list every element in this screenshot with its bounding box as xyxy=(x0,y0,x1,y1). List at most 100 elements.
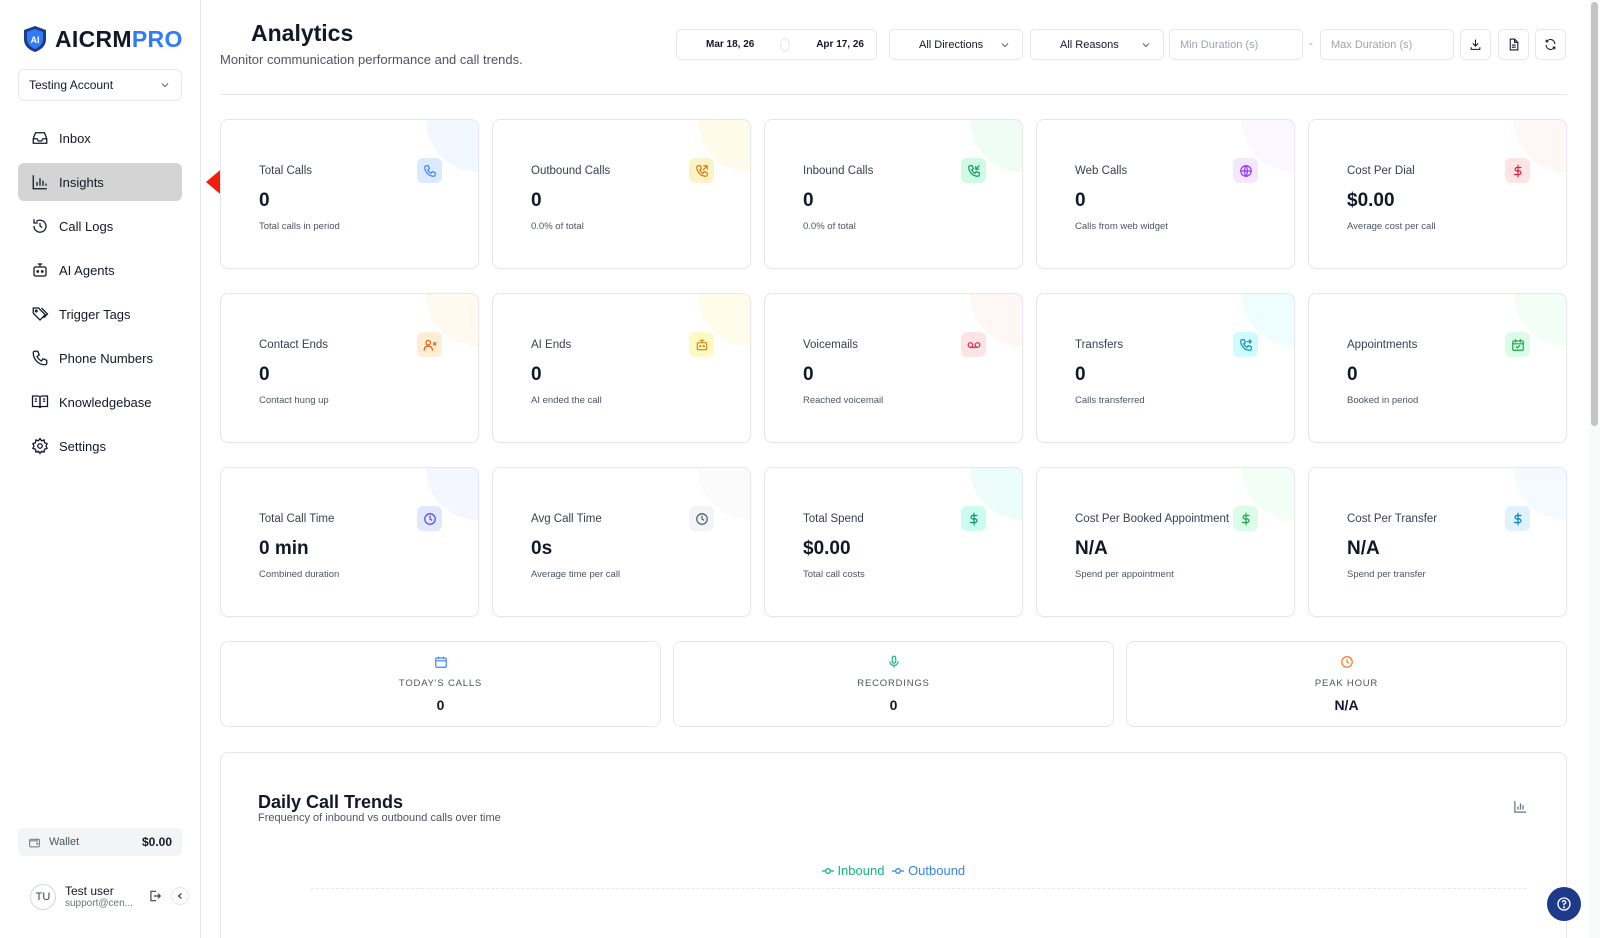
stat-icon-badge xyxy=(961,158,986,183)
stat-label: Voicemails xyxy=(803,339,858,351)
reason-filter[interactable]: All Reasons xyxy=(1030,29,1164,60)
dollar-icon xyxy=(1513,164,1521,177)
nav-item-knowledgebase[interactable]: Knowledgebase xyxy=(18,383,182,421)
nav-item-insights[interactable]: Insights xyxy=(18,163,182,201)
brand-logo[interactable]: AI AICRMPRO xyxy=(22,25,183,53)
nav-item-phone-numbers[interactable]: Phone Numbers xyxy=(18,339,182,377)
stat-description: Total calls in period xyxy=(259,221,340,232)
stat-label: Total Spend xyxy=(803,513,864,525)
stat-label: Transfers xyxy=(1075,339,1124,351)
min-duration-input[interactable]: Min Duration (s) xyxy=(1169,29,1303,60)
stat-icon-badge xyxy=(417,158,442,183)
stat-icon-badge xyxy=(1505,158,1530,183)
calendar-icon xyxy=(434,656,447,668)
stat-icon-badge xyxy=(417,506,442,531)
stat-label: Cost Per Dial xyxy=(1347,165,1415,177)
nav-item-label: Phone Numbers xyxy=(59,350,153,366)
nav-item-inbox[interactable]: Inbox xyxy=(18,119,182,157)
nav-item-call-logs[interactable]: Call Logs xyxy=(18,207,182,245)
shield-logo-icon: AI xyxy=(24,26,46,52)
mini-stat-label: RECORDINGS xyxy=(857,678,930,689)
stat-description: Average time per call xyxy=(531,569,621,580)
stat-icon-badge xyxy=(689,506,714,531)
wallet-icon xyxy=(29,838,40,847)
stat-description: 0.0% of total xyxy=(803,221,856,232)
legend-inbound-label: Inbound xyxy=(837,863,885,878)
stat-description: Average cost per call xyxy=(1347,221,1436,232)
stat-card-ai-ends: AI Ends 0 AI ended the call xyxy=(492,293,751,443)
dollar-icon xyxy=(1513,512,1521,525)
collapse-sidebar-button[interactable] xyxy=(171,887,189,905)
logout-icon[interactable] xyxy=(148,889,162,903)
clock-icon xyxy=(1340,656,1353,668)
stat-icon-badge xyxy=(689,158,714,183)
main-nav: Inbox Insights Call Logs AI Agents Trigg… xyxy=(18,119,182,471)
nav-item-settings[interactable]: Settings xyxy=(18,427,182,465)
page-scrollbar[interactable] xyxy=(1589,0,1600,938)
stat-value: N/A xyxy=(1075,538,1108,559)
stat-description: AI ended the call xyxy=(531,395,602,406)
stat-card-cost-per-transfer: Cost Per Transfer N/A Spend per transfer xyxy=(1308,467,1567,617)
bar-chart-icon[interactable] xyxy=(1513,799,1528,814)
clock-icon xyxy=(695,512,708,525)
legend-outbound[interactable]: Outbound xyxy=(892,863,965,878)
duration-range-separator: - xyxy=(1309,38,1313,50)
stat-label: AI Ends xyxy=(531,339,572,351)
direction-filter[interactable]: All Directions xyxy=(889,29,1023,60)
dollar-icon xyxy=(969,512,977,525)
stat-description: Calls transferred xyxy=(1075,395,1145,406)
chart-legend: Inbound Outbound xyxy=(221,863,1566,878)
stat-label: Inbound Calls xyxy=(803,165,874,177)
phone-outgoing-icon xyxy=(695,164,708,177)
nav-item-label: Inbox xyxy=(59,130,91,146)
download-button[interactable] xyxy=(1460,29,1491,60)
avatar[interactable]: TU xyxy=(30,884,56,910)
stat-card-cost-per-booked-appointment: Cost Per Booked Appointment N/A Spend per … xyxy=(1036,467,1295,617)
stat-label: Total Calls xyxy=(259,165,313,177)
nav-item-ai-agents[interactable]: AI Agents xyxy=(18,251,182,289)
chevron-left-icon xyxy=(177,893,182,899)
file-text-icon xyxy=(1509,38,1519,51)
nav-item-trigger-tags[interactable]: Trigger Tags xyxy=(18,295,182,333)
wallet-label: Wallet xyxy=(49,836,80,848)
tags-icon xyxy=(32,307,49,321)
legend-line-dot-icon xyxy=(892,868,905,874)
stat-description: Reached voicemail xyxy=(803,395,884,406)
stat-label: Cost Per Transfer xyxy=(1347,513,1438,525)
stat-icon-badge xyxy=(961,332,986,357)
nav-item-label: Trigger Tags xyxy=(59,306,131,322)
account-name: Testing Account xyxy=(29,78,114,92)
stat-icon-badge xyxy=(417,332,442,357)
stat-value: N/A xyxy=(1347,538,1380,559)
refresh-icon xyxy=(1545,39,1556,50)
todays-calls-stat: TODAY'S CALLS 0 xyxy=(220,641,661,727)
account-selector[interactable]: Testing Account xyxy=(18,69,182,101)
sidebar: AI AICRMPRO Testing Account Inbox Insigh… xyxy=(0,0,201,938)
date-range-picker[interactable]: Mar 18, 26 Apr 17, 26 xyxy=(676,29,877,60)
wallet-balance[interactable]: Wallet $0.00 xyxy=(18,828,182,856)
nav-item-label: Insights xyxy=(59,174,104,190)
stat-card-transfers: Transfers 0 Calls transferred xyxy=(1036,293,1295,443)
refresh-button[interactable] xyxy=(1535,29,1566,60)
phone-forward-icon xyxy=(1239,338,1252,351)
stat-icon-badge xyxy=(1505,332,1530,357)
scrollbar-thumb[interactable] xyxy=(1591,2,1598,426)
stat-label: Appointments xyxy=(1347,339,1418,351)
chevron-down-icon xyxy=(1142,42,1150,47)
max-duration-input[interactable]: Max Duration (s) xyxy=(1320,29,1454,60)
stat-icon-badge xyxy=(1233,158,1258,183)
stat-description: Calls from web widget xyxy=(1075,221,1168,232)
calendar-check-icon xyxy=(1511,338,1524,351)
recordings-stat: RECORDINGS 0 xyxy=(673,641,1114,727)
legend-inbound[interactable]: Inbound xyxy=(821,863,885,878)
stat-value: $0.00 xyxy=(1347,190,1395,211)
phone-icon xyxy=(32,350,48,366)
stat-card-appointments: Appointments 0 Booked in period xyxy=(1308,293,1567,443)
clock-icon xyxy=(423,512,436,525)
stat-description: Spend per appointment xyxy=(1075,569,1174,580)
mini-stat-value: 0 xyxy=(889,697,898,713)
stat-value: 0 xyxy=(1347,364,1358,385)
help-button[interactable] xyxy=(1547,887,1581,921)
stat-label: Web Calls xyxy=(1075,165,1128,177)
export-report-button[interactable] xyxy=(1498,29,1529,60)
